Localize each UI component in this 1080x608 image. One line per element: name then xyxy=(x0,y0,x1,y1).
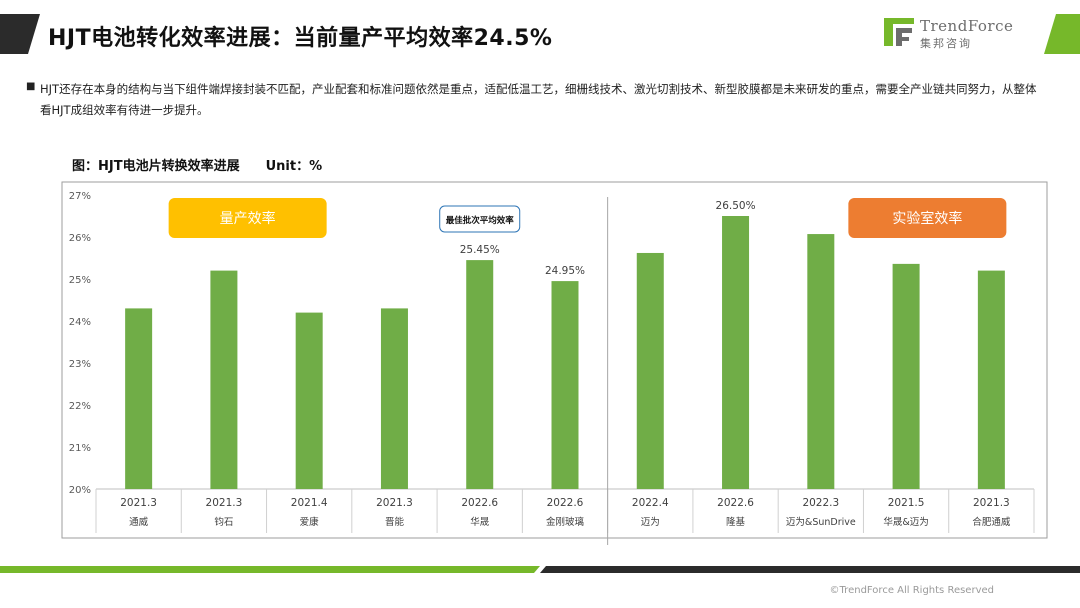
y-tick-label: 23% xyxy=(69,359,91,370)
y-tick-label: 22% xyxy=(69,401,91,412)
x-tick-label-date: 2021.3 xyxy=(120,497,157,509)
x-tick-label-date: 2021.3 xyxy=(206,497,243,509)
group-label: 实验室效率 xyxy=(892,210,962,227)
x-tick-label-date: 2021.3 xyxy=(973,497,1010,509)
y-tick-label: 25% xyxy=(69,275,91,286)
bar xyxy=(295,312,323,489)
x-tick-label-company: 钧石 xyxy=(214,516,233,528)
x-tick-label-company: 金刚玻璃 xyxy=(546,516,584,528)
bar xyxy=(977,270,1005,489)
y-tick-label: 27% xyxy=(69,191,91,202)
y-tick-label: 20% xyxy=(69,485,91,496)
group-label: 量产效率 xyxy=(220,210,276,227)
callout-text: 最佳批次平均效率 xyxy=(446,215,515,226)
y-tick-label: 24% xyxy=(69,317,91,328)
x-tick-label-company: 晋能 xyxy=(385,516,405,528)
data-label: 26.50% xyxy=(716,200,756,212)
bar xyxy=(380,308,408,489)
x-tick-label-company: 华晟&迈为 xyxy=(883,516,928,528)
x-tick-label-company: 合肥通威 xyxy=(972,516,1011,528)
data-label: 25.45% xyxy=(460,244,500,256)
x-tick-label-company: 华晟 xyxy=(470,516,490,528)
footer-stripe xyxy=(0,566,1080,573)
x-tick-label-date: 2021.4 xyxy=(291,497,328,509)
x-tick-label-company: 隆基 xyxy=(726,516,746,528)
x-tick-label-date: 2021.3 xyxy=(376,497,413,509)
x-tick-label-date: 2022.6 xyxy=(717,497,754,509)
x-tick-label-date: 2022.4 xyxy=(632,497,669,509)
bar xyxy=(125,308,153,489)
x-tick-label-date: 2021.5 xyxy=(888,497,925,509)
bar xyxy=(807,234,835,489)
bar xyxy=(892,263,920,489)
x-tick-label-company: 迈为 xyxy=(641,516,660,528)
bar xyxy=(636,252,664,489)
y-tick-label: 26% xyxy=(69,233,91,244)
bar xyxy=(722,216,750,489)
x-tick-label-date: 2022.6 xyxy=(461,497,498,509)
bar-chart: 20% 21% 22% 23% 24% 25% 26% 27% 2021.3 通威 2021.3 钧石… xyxy=(61,181,1048,545)
x-tick-label-company: 通威 xyxy=(129,516,149,528)
y-tick-label: 21% xyxy=(69,443,91,454)
copyright-text: ©TrendForce All Rights Reserved xyxy=(829,585,994,596)
bar xyxy=(210,270,238,489)
x-tick-label-company: 爱康 xyxy=(300,516,320,528)
x-tick-label-company: 迈为&SunDrive xyxy=(786,516,856,528)
x-tick-label-date: 2022.6 xyxy=(547,497,584,509)
bar xyxy=(551,281,579,489)
x-tick-label-date: 2022.3 xyxy=(802,497,839,509)
data-label: 24.95% xyxy=(545,265,585,277)
bar xyxy=(466,260,494,489)
